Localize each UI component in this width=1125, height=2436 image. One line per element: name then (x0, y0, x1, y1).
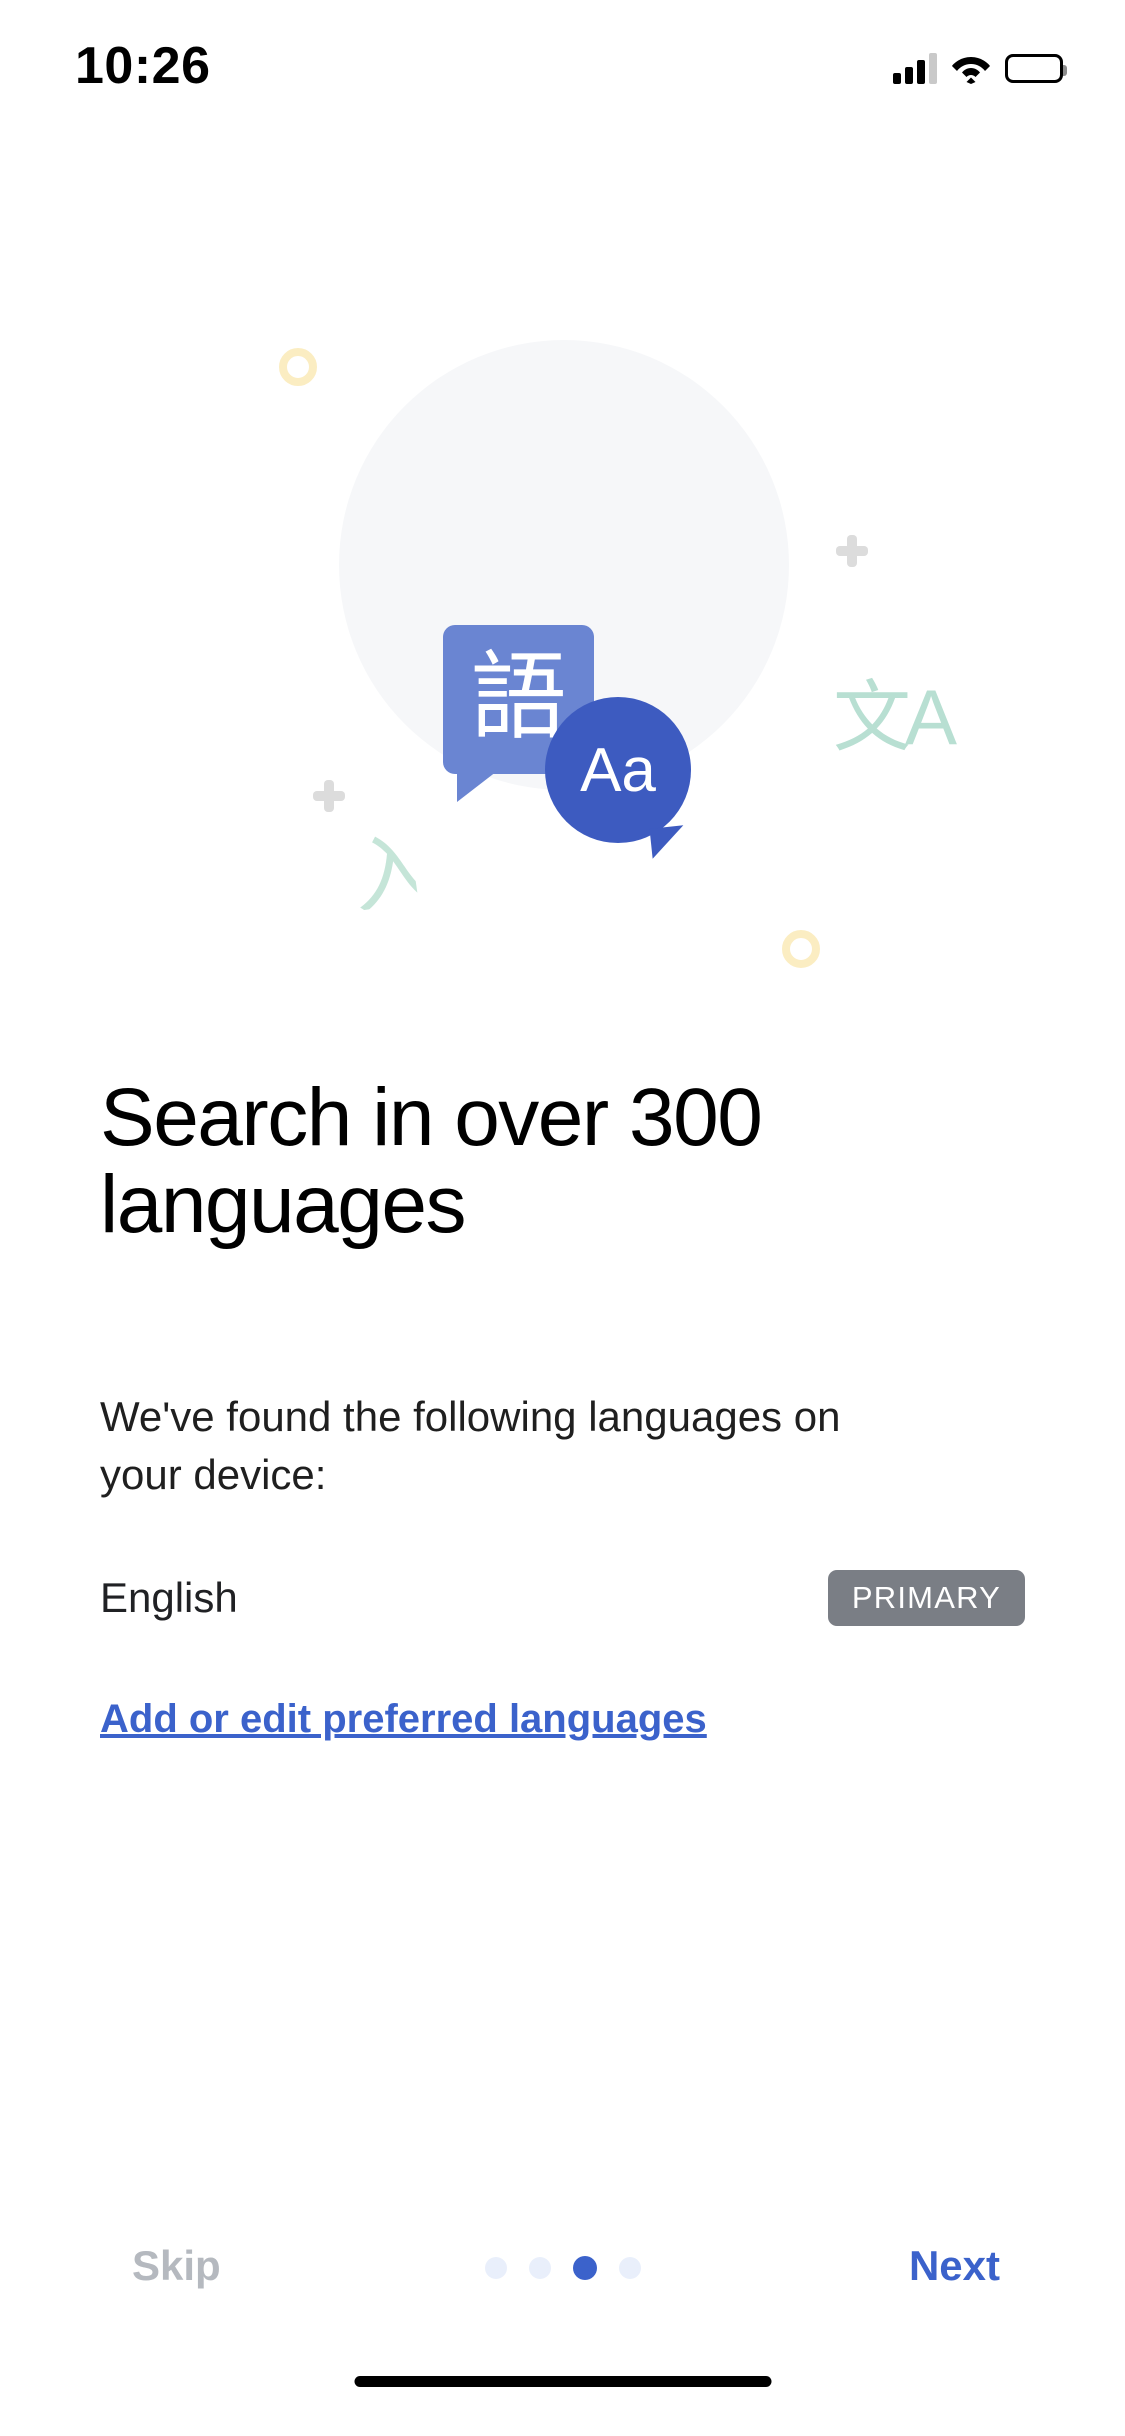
decor-plus-icon (836, 535, 868, 567)
status-badge: PRIMARY (827, 1570, 1025, 1626)
status-bar-time: 10:26 (75, 37, 211, 95)
decor-translate-glyph-icon: 文A (833, 673, 957, 761)
language-row: English PRIMARY (100, 1560, 1025, 1636)
page-dot[interactable] (618, 2257, 641, 2279)
signal-bars-icon (893, 52, 937, 84)
page-dot-active[interactable] (572, 2256, 597, 2280)
decor-kanji-glyph-icon: 入 (347, 831, 419, 911)
decor-ring-icon (782, 930, 820, 968)
speech-bubble-square-tail (457, 768, 501, 802)
status-bar-indicators (893, 44, 1067, 84)
decor-ring-icon (279, 348, 317, 386)
page-title: Search in over 300 languages (100, 1072, 763, 1250)
page-subtitle: We've found the following languages on y… (100, 1393, 841, 1498)
edit-languages-link[interactable]: Add or edit preferred languages (100, 1697, 707, 1742)
speech-bubble-round-icon: Aa (545, 697, 691, 859)
battery-full-icon (1005, 54, 1067, 83)
status-bar: 10:26 (0, 0, 1125, 140)
decor-plus-icon (313, 780, 345, 812)
footer-bar: Skip Next (0, 2220, 1125, 2330)
onboarding-screen: 10:26 文A 入 語 Aa Search in over 300 langu… (0, 0, 1125, 2436)
home-indicator[interactable] (354, 2376, 771, 2387)
speech-bubble-aa-text: Aa (580, 735, 656, 805)
page-dot[interactable] (528, 2257, 551, 2279)
wifi-icon (951, 52, 991, 84)
next-button[interactable]: Next (909, 2242, 1000, 2290)
language-name: English (100, 1574, 238, 1621)
page-dot[interactable] (484, 2257, 507, 2279)
